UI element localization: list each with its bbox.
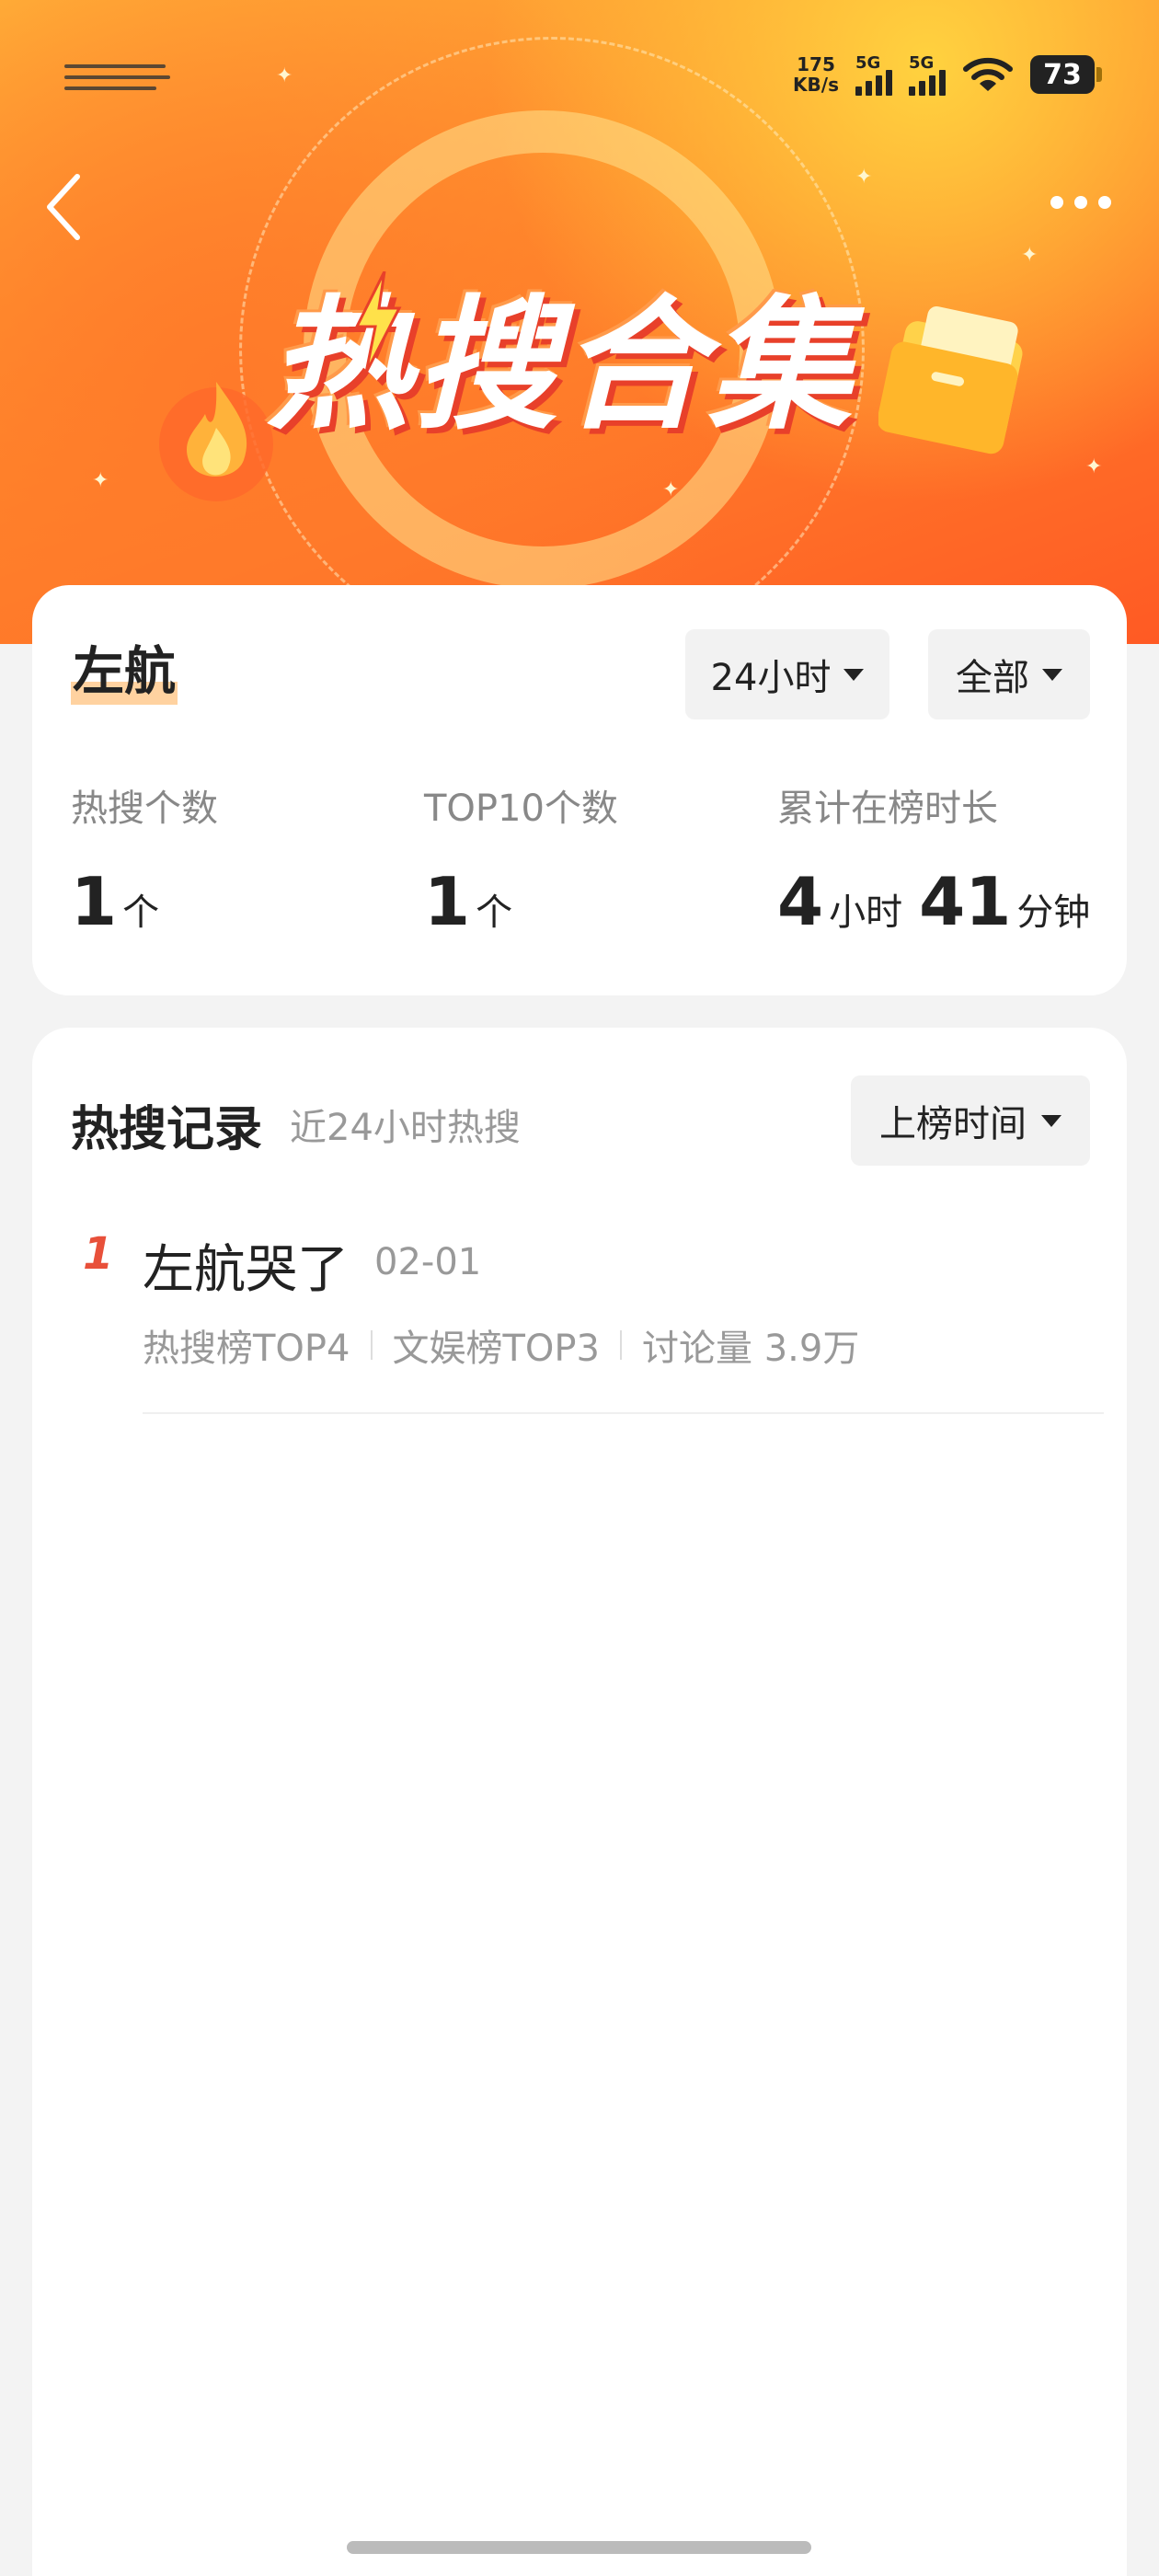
lightning-icon: [354, 271, 402, 373]
separator: [370, 1330, 373, 1360]
record-date: 02-01: [374, 1241, 482, 1283]
sparkle-icon: ✦: [662, 478, 680, 501]
battery-indicator: 73: [1030, 55, 1102, 94]
folder-icon: [878, 305, 1023, 454]
dot: [1074, 196, 1087, 209]
flame-icon: [159, 382, 273, 501]
time-filter-dropdown[interactable]: 24小时: [685, 629, 889, 719]
cellular-signal-icon: 5G: [909, 53, 946, 96]
sparkle-icon: ✦: [1085, 455, 1103, 478]
stat-total-duration: 累计在榜时长 4 小时 41 分钟: [777, 788, 1091, 940]
network-speed: 175 KB/s: [793, 53, 839, 96]
back-button[interactable]: [37, 166, 92, 248]
status-bar: 175 KB/s 5G 5G 73: [0, 0, 1159, 147]
home-indicator[interactable]: [347, 2541, 811, 2554]
scope-filter-dropdown[interactable]: 全部: [928, 629, 1090, 719]
records-card: 热搜记录 近24小时热搜 上榜时间 1 左航哭了 02-01 热搜榜TOP4 文…: [32, 1028, 1127, 2576]
records-title: 热搜记录: [71, 1102, 263, 1157]
caret-down-icon: [1041, 1114, 1061, 1127]
sparkle-icon: ✦: [855, 166, 873, 189]
sparkle-icon: ✦: [92, 469, 109, 492]
caret-down-icon: [1042, 668, 1062, 681]
record-title: 左航哭了: [143, 1240, 349, 1300]
wifi-icon: [963, 57, 1013, 91]
person-name: 左航: [71, 640, 178, 705]
divider: [143, 1412, 1104, 1414]
stat-top10-count: TOP10个数 1 个: [424, 788, 618, 940]
records-subtitle: 近24小时热搜: [290, 1107, 521, 1149]
chevron-left-icon: [47, 174, 80, 240]
rank-number: 1: [83, 1228, 114, 1280]
more-options-button[interactable]: [1039, 184, 1122, 221]
status-icons: 175 KB/s 5G 5G 73: [793, 53, 1102, 96]
caret-down-icon: [843, 668, 865, 681]
dot: [1098, 196, 1111, 209]
sparkle-icon: ✦: [1021, 244, 1039, 267]
dot: [1050, 196, 1063, 209]
sort-dropdown[interactable]: 上榜时间: [851, 1075, 1090, 1166]
separator: [620, 1330, 622, 1360]
cellular-signal-icon: 5G: [855, 53, 892, 96]
stat-hot-search-count: 热搜个数 1 个: [71, 788, 218, 940]
menu-lines-icon: [64, 64, 170, 92]
summary-card: 左航 24小时 全部 热搜个数 1 个 TOP10个数 1 个 累计在榜时长 4…: [32, 585, 1127, 995]
record-meta: 热搜榜TOP4 文娱榜TOP3 讨论量 3.9万: [143, 1328, 860, 1370]
